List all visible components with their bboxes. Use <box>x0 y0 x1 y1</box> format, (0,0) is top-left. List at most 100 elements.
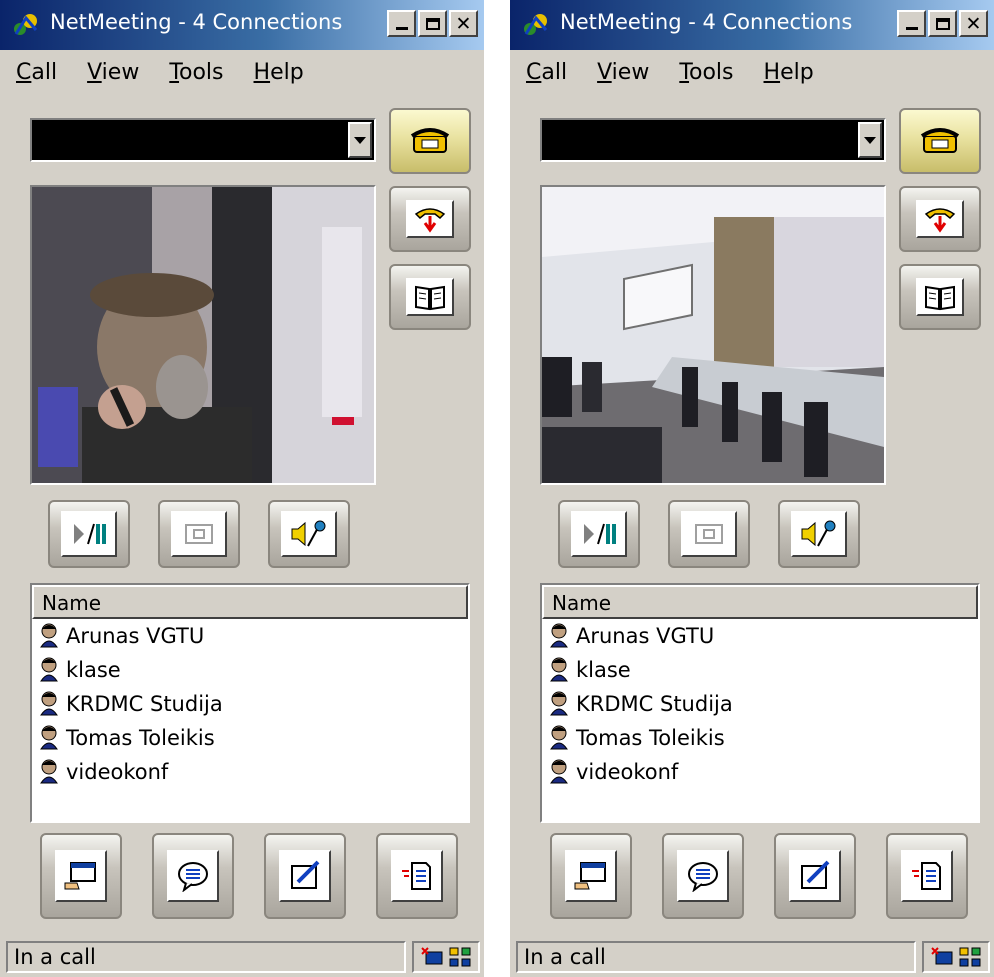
share-program-icon <box>64 862 96 890</box>
chat-button[interactable] <box>662 833 744 919</box>
participant-name: klase <box>576 658 631 682</box>
participant-list[interactable]: Name Arunas VGTU klase KRDMC Studija Tom… <box>540 583 980 823</box>
list-item[interactable]: videokonf <box>32 755 468 789</box>
file-transfer-icon <box>912 862 941 890</box>
list-item[interactable]: klase <box>32 653 468 687</box>
file-transfer-button[interactable] <box>886 833 968 919</box>
participant-icon <box>40 657 58 682</box>
chat-icon <box>178 862 208 892</box>
list-item[interactable]: videokonf <box>542 755 978 789</box>
title-bar[interactable]: NetMeeting - 4 Connections ✕ <box>0 0 484 50</box>
column-header-name[interactable]: Name <box>542 585 978 619</box>
file-transfer-button[interactable] <box>376 833 458 919</box>
chat-icon <box>688 862 718 892</box>
participant-list[interactable]: Name Arunas VGTU klase KRDMC Studija Tom… <box>30 583 470 823</box>
netmeeting-window-left: NetMeeting - 4 Connections ✕ Call View T… <box>0 0 484 977</box>
place-call-button[interactable] <box>899 108 981 174</box>
close-button[interactable]: ✕ <box>959 10 988 37</box>
menu-call[interactable]: Call <box>526 60 567 85</box>
video-window <box>30 185 376 485</box>
dropdown-arrow-icon[interactable] <box>858 122 882 158</box>
video-status-icon <box>931 947 953 965</box>
directory-button[interactable] <box>899 264 981 330</box>
share-program-button[interactable] <box>40 833 122 919</box>
list-item[interactable]: Arunas VGTU <box>542 619 978 653</box>
picture-in-picture-button[interactable] <box>158 500 240 568</box>
network-status-icon <box>959 947 981 967</box>
share-program-icon <box>574 862 606 890</box>
dropdown-arrow-icon[interactable] <box>348 122 372 158</box>
participant-icon <box>550 691 568 716</box>
menu-help[interactable]: Help <box>764 60 814 85</box>
adjust-audio-icon <box>801 520 836 547</box>
whiteboard-button[interactable] <box>774 833 856 919</box>
list-item[interactable]: Tomas Toleikis <box>542 721 978 755</box>
end-call-icon <box>414 208 446 233</box>
menu-help[interactable]: Help <box>254 60 304 85</box>
netmeeting-icon <box>524 14 548 35</box>
participant-name: Arunas VGTU <box>576 624 715 648</box>
play-pause-icon <box>584 523 616 545</box>
video-room-image <box>542 187 884 483</box>
list-item[interactable]: Arunas VGTU <box>32 619 468 653</box>
window-title: NetMeeting - 4 Connections <box>50 10 343 34</box>
place-call-button[interactable] <box>389 108 471 174</box>
adjust-audio-button[interactable] <box>778 500 860 568</box>
chat-button[interactable] <box>152 833 234 919</box>
picture-in-picture-icon <box>185 524 213 544</box>
participant-name: KRDMC Studija <box>576 692 733 716</box>
menu-bar: Call View Tools Help <box>526 60 814 85</box>
play-pause-button[interactable] <box>558 500 640 568</box>
menu-view[interactable]: View <box>597 60 649 85</box>
whiteboard-button[interactable] <box>264 833 346 919</box>
participant-icon <box>550 725 568 750</box>
maximize-button[interactable] <box>418 10 447 37</box>
list-item[interactable]: KRDMC Studija <box>542 687 978 721</box>
column-header-name[interactable]: Name <box>32 585 468 619</box>
participant-name: klase <box>66 658 121 682</box>
participant-icon <box>40 725 58 750</box>
adjust-audio-icon <box>291 520 326 547</box>
participant-name: Tomas Toleikis <box>66 726 215 750</box>
status-tray <box>412 941 480 973</box>
picture-in-picture-button[interactable] <box>668 500 750 568</box>
video-window <box>540 185 886 485</box>
status-text: In a call <box>516 941 916 973</box>
minimize-button[interactable] <box>897 10 926 37</box>
window-title: NetMeeting - 4 Connections <box>560 10 853 34</box>
participant-name: videokonf <box>576 760 679 784</box>
picture-in-picture-icon <box>695 524 723 544</box>
end-call-button[interactable] <box>899 186 981 252</box>
menu-call[interactable]: Call <box>16 60 57 85</box>
directory-button[interactable] <box>389 264 471 330</box>
place-call-icon <box>410 128 450 153</box>
participant-name: Tomas Toleikis <box>576 726 725 750</box>
title-bar[interactable]: NetMeeting - 4 Connections ✕ <box>510 0 994 50</box>
play-pause-button[interactable] <box>48 500 130 568</box>
share-program-button[interactable] <box>550 833 632 919</box>
play-pause-icon <box>74 523 106 545</box>
participant-icon <box>40 691 58 716</box>
whiteboard-icon <box>291 860 320 889</box>
address-combo[interactable] <box>30 118 376 162</box>
netmeeting-window-right: NetMeeting - 4 Connections ✕ Call View T… <box>510 0 994 977</box>
menu-tools[interactable]: Tools <box>169 60 223 85</box>
menu-view[interactable]: View <box>87 60 139 85</box>
status-tray <box>922 941 990 973</box>
close-button[interactable]: ✕ <box>449 10 478 37</box>
list-item[interactable]: klase <box>542 653 978 687</box>
video-person-image <box>32 187 374 483</box>
directory-book-icon <box>415 285 445 311</box>
menu-bar: Call View Tools Help <box>16 60 304 85</box>
address-combo[interactable] <box>540 118 886 162</box>
video-status-icon <box>421 947 443 965</box>
end-call-button[interactable] <box>389 186 471 252</box>
menu-tools[interactable]: Tools <box>679 60 733 85</box>
list-item[interactable]: KRDMC Studija <box>32 687 468 721</box>
minimize-button[interactable] <box>387 10 416 37</box>
list-item[interactable]: Tomas Toleikis <box>32 721 468 755</box>
adjust-audio-button[interactable] <box>268 500 350 568</box>
participant-icon <box>40 623 58 648</box>
maximize-button[interactable] <box>928 10 957 37</box>
file-transfer-icon <box>402 862 431 890</box>
